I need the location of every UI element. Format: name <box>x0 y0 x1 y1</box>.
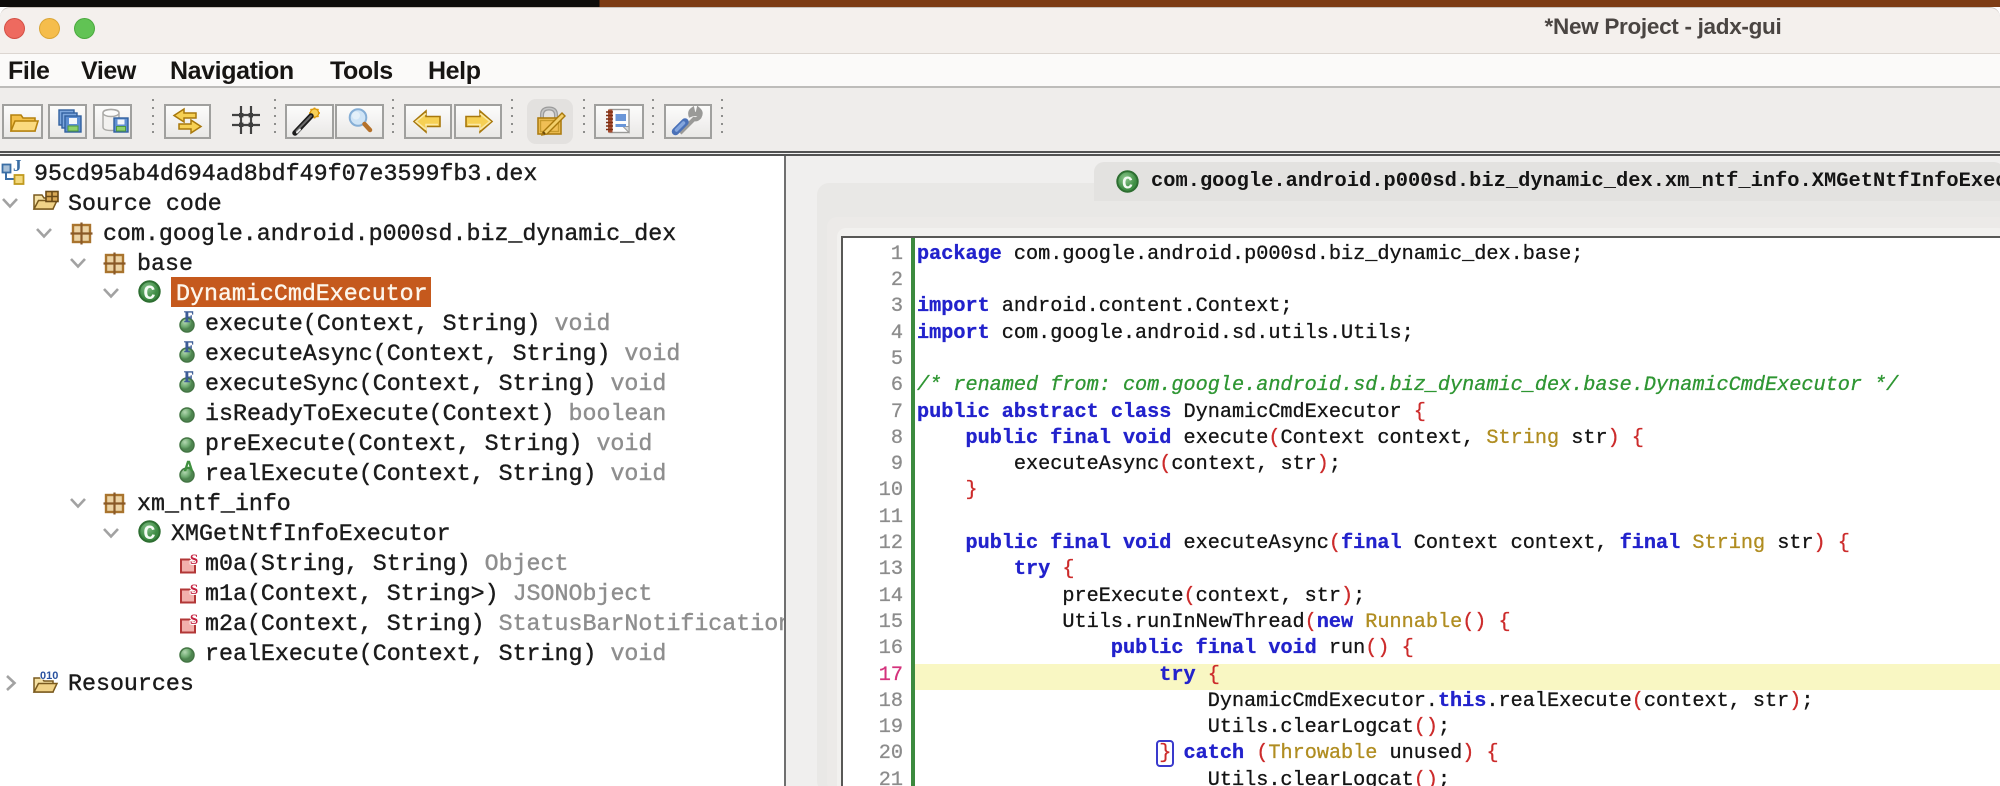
svg-text:C: C <box>143 283 155 303</box>
svg-text:C: C <box>143 523 155 543</box>
svg-text:C: C <box>1122 175 1133 194</box>
svg-text:010: 010 <box>40 670 58 682</box>
svg-text:J: J <box>13 158 22 175</box>
svg-text:S: S <box>190 584 198 598</box>
svg-text:S: S <box>190 614 198 628</box>
svg-text:S: S <box>190 554 198 568</box>
